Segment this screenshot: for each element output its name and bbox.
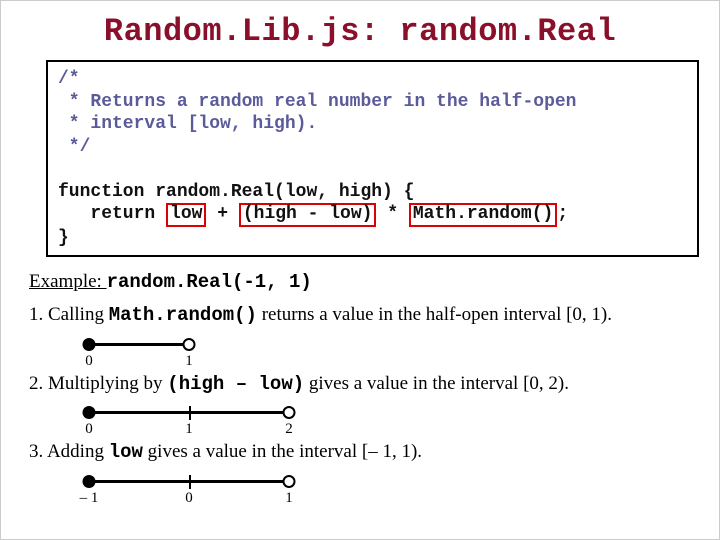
code-block: /* * Returns a random real number in the…	[46, 60, 699, 257]
code-return-line: return low + (high - low) * Math.random(…	[58, 204, 568, 224]
step-1: 1. Calling Math.random() returns a value…	[29, 302, 691, 329]
step-2: 2. Multiplying by (high – low) gives a v…	[29, 371, 691, 398]
step-3: 3. Adding low gives a value in the inter…	[29, 439, 691, 466]
page-title: Random.Lib.js: random.Real	[1, 1, 719, 60]
code-signature: function random.Real(low, high) {	[58, 182, 414, 202]
example-line: Example: random.Real(-1, 1)	[29, 269, 691, 296]
explanation-body: Example: random.Real(-1, 1) 1. Calling M…	[29, 269, 691, 502]
code-close-brace: }	[58, 228, 69, 248]
number-line-1: 0 1	[89, 335, 691, 365]
box-low: low	[166, 203, 206, 227]
box-math-random: Math.random()	[409, 203, 557, 227]
example-label: Example:	[29, 271, 107, 292]
number-line-2: 0 1 2	[89, 403, 691, 433]
number-line-3: – 1 0 1	[89, 472, 691, 502]
code-comment: /* * Returns a random real number in the…	[58, 69, 576, 157]
example-call: random.Real(-1, 1)	[107, 271, 312, 293]
box-high-minus-low: (high - low)	[239, 203, 377, 227]
slide: Random.Lib.js: random.Real /* * Returns …	[0, 0, 720, 540]
